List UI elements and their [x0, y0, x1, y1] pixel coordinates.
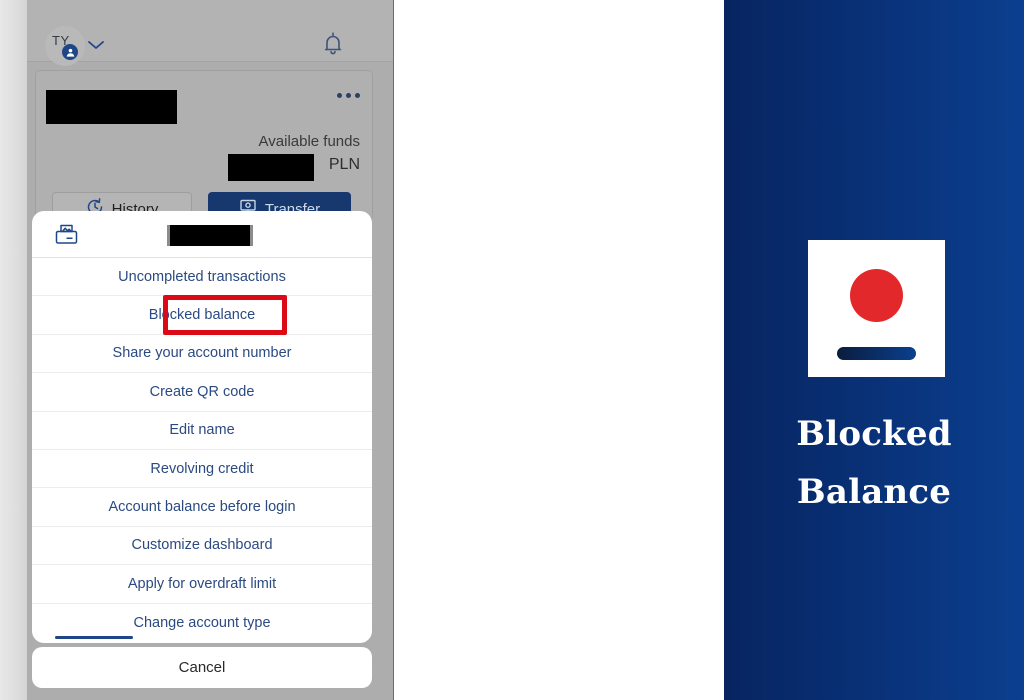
person-badge-icon — [62, 44, 78, 60]
available-funds-label: Available funds — [258, 133, 360, 150]
navy-bar-shape — [837, 347, 916, 360]
pane-gutter — [0, 0, 27, 700]
menu-item-label: Change account type — [133, 614, 271, 631]
menu-item-label: Blocked balance — [148, 307, 256, 324]
account-card: Available funds PLN History Transfer — [35, 70, 373, 226]
red-circle-shape — [850, 269, 903, 322]
sheet-scroll-indicator[interactable] — [55, 636, 133, 639]
menu-item-customize-dashboard[interactable]: Customize dashboard — [32, 527, 372, 566]
menu-item-revolving-credit[interactable]: Revolving credit — [32, 450, 372, 489]
menu-item-account-balance-before-login[interactable]: Account balance before login — [32, 488, 372, 527]
action-sheet-menu: Uncompleted transactions Blocked balance S… — [32, 258, 372, 642]
page-title: Blocked Balance — [724, 405, 1024, 521]
menu-item-edit-name[interactable]: Edit name — [32, 412, 372, 450]
phone-app-body: TY Available funds PLN History Transfer … — [27, 0, 393, 700]
red-circle-bar-thumbnail — [808, 240, 945, 377]
sheet-title-redacted — [170, 225, 250, 246]
menu-item-blocked-balance[interactable]: Blocked balance — [32, 295, 372, 336]
app-header: TY — [27, 0, 393, 66]
action-sheet: Uncompleted transactions Blocked balance S… — [32, 211, 372, 643]
menu-item-create-qr-code[interactable]: Create QR code — [32, 373, 372, 412]
ellipsis-icon[interactable] — [337, 93, 360, 98]
action-sheet-header — [32, 211, 372, 258]
amount-redacted — [228, 154, 314, 181]
bell-icon[interactable] — [322, 30, 344, 56]
page-title-line-1: Blocked — [796, 414, 952, 454]
screenshot-root: TY Available funds PLN History Transfer … — [0, 0, 1024, 700]
account-name-redacted — [46, 90, 177, 124]
menu-item-label: Edit name — [169, 422, 235, 439]
menu-item-apply-for-overdraft-limit[interactable]: Apply for overdraft limit — [32, 565, 372, 604]
wallet-card-icon — [54, 222, 80, 247]
menu-item-label: Apply for overdraft limit — [127, 575, 277, 592]
blank-middle-pane — [395, 0, 724, 700]
menu-item-label: Account balance before login — [108, 499, 296, 516]
currency-label: PLN — [328, 156, 360, 173]
cancel-button[interactable]: Cancel — [32, 647, 372, 688]
page-title-line-2: Balance — [796, 472, 952, 512]
menu-item-share-your-account-number[interactable]: Share your account number — [32, 335, 372, 374]
chevron-down-icon[interactable] — [87, 38, 105, 50]
title-panel: Blocked Balance — [724, 0, 1024, 700]
menu-item-label: Customize dashboard — [131, 537, 273, 554]
menu-item-label: Uncompleted transactions — [118, 268, 286, 285]
menu-item-label: Share your account number — [112, 345, 292, 362]
phone-screenshot-pane: TY Available funds PLN History Transfer … — [0, 0, 394, 700]
menu-item-uncompleted-transactions[interactable]: Uncompleted transactions — [32, 258, 372, 297]
menu-item-label: Revolving credit — [150, 460, 254, 477]
menu-item-label: Create QR code — [149, 383, 255, 400]
cancel-button-label: Cancel — [178, 659, 226, 676]
